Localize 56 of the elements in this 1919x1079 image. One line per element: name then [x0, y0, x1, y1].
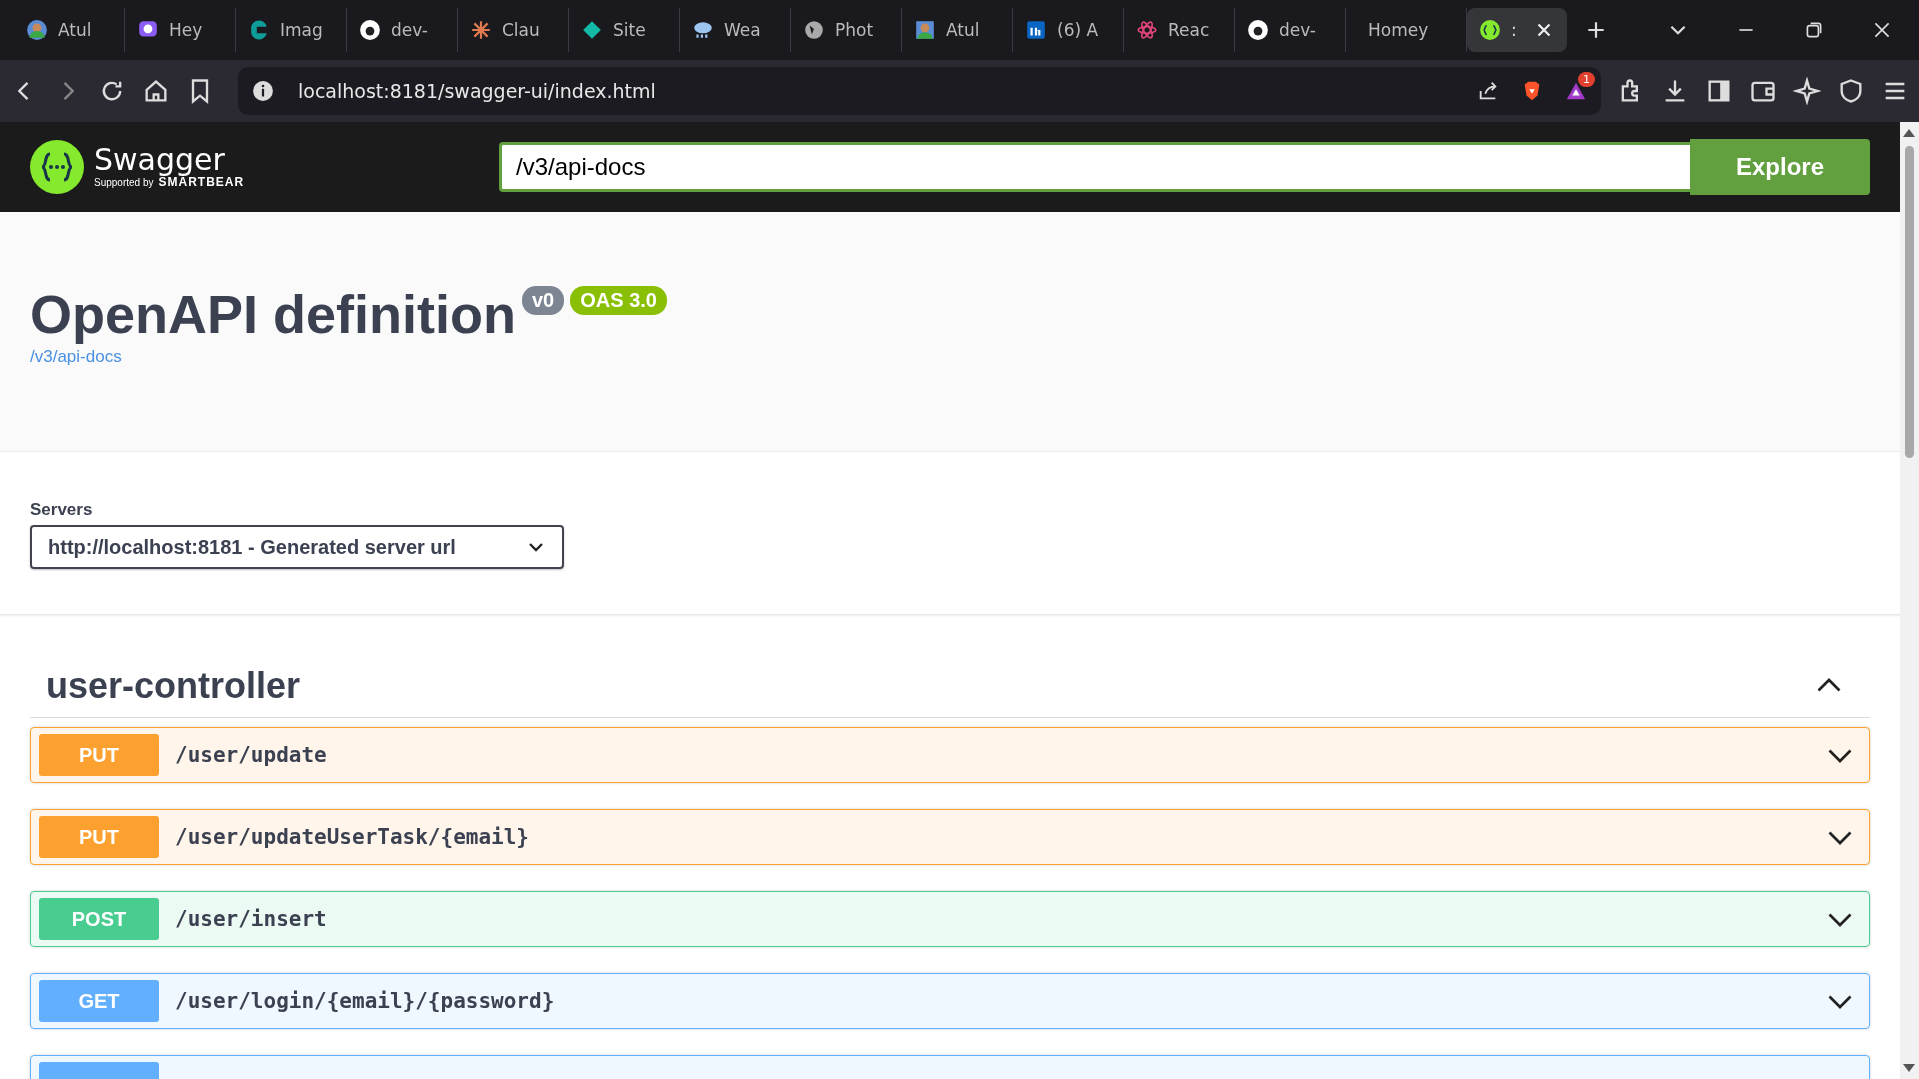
address-bar[interactable]: localhost:8181/swagger-ui/index.html 1: [238, 67, 1601, 115]
browser-tab[interactable]: Atul: [14, 8, 125, 52]
operation-row[interactable]: PUT /user/update: [30, 727, 1870, 783]
endpoint-path: /user/login/{email}/{password}: [175, 989, 555, 1013]
operation-row[interactable]: PUT /user/updateUserTask/{email}: [30, 809, 1870, 865]
tab-favicon-icon: [359, 19, 381, 41]
browser-tab[interactable]: Atul: [902, 8, 1013, 52]
method-badge: POST: [39, 898, 159, 940]
method-badge: GET: [39, 980, 159, 1022]
info-icon[interactable]: [252, 80, 274, 102]
url-text: localhost:8181/swagger-ui/index.html: [298, 80, 656, 102]
notification-badge: 1: [1578, 72, 1595, 87]
swagger-logo-icon: [30, 140, 84, 194]
browser-tab[interactable]: dev-: [1235, 8, 1346, 52]
operation-row[interactable]: GET /user/login/{email}/{password}: [30, 973, 1870, 1029]
new-tab-icon[interactable]: [1585, 19, 1607, 41]
tab-favicon-icon: [803, 19, 825, 41]
browser-tab[interactable]: Hey: [125, 8, 236, 52]
operation-row[interactable]: POST /user/insert: [30, 891, 1870, 947]
endpoint-path: /user/updateUserTask/{email}: [175, 825, 529, 849]
tab-favicon-icon: [1247, 19, 1269, 41]
browser-tab[interactable]: Imag: [236, 8, 347, 52]
endpoint-path: /user/update: [175, 743, 327, 767]
logo-brand: SMARTBEAR: [158, 175, 245, 189]
endpoint-path: /user/insert: [175, 907, 327, 931]
browser-tab[interactable]: (6) A: [1013, 8, 1124, 52]
sparkle-icon[interactable]: [1793, 77, 1821, 105]
tab-favicon-icon: [581, 19, 603, 41]
tab-favicon-icon: [914, 19, 936, 41]
browser-tab[interactable]: Site: [569, 8, 680, 52]
browser-tab[interactable]: Wea: [680, 8, 791, 52]
tab-favicon-icon: [1479, 19, 1501, 41]
browser-tab[interactable]: :: [1467, 8, 1567, 52]
logo-tagline: Supported by: [94, 177, 154, 188]
browser-tab[interactable]: Phot: [791, 8, 902, 52]
tab-favicon-icon: [26, 19, 48, 41]
method-badge: PUT: [39, 734, 159, 776]
browser-tab[interactable]: dev-: [347, 8, 458, 52]
tab-favicon-icon: [1025, 19, 1047, 41]
browser-tab[interactable]: Reac: [1124, 8, 1235, 52]
method-badge: PUT: [39, 816, 159, 858]
tab-favicon-icon: [470, 19, 492, 41]
api-title: OpenAPI definition: [30, 283, 516, 346]
tab-favicon-icon: [248, 19, 270, 41]
share-icon[interactable]: [1477, 80, 1499, 102]
spec-url-field[interactable]: /v3/api-docs: [499, 142, 1690, 192]
server-select[interactable]: http://localhost:8181 - Generated server url: [30, 525, 564, 569]
oas-badge: OAS 3.0: [570, 286, 667, 315]
tag-header[interactable]: user-controller: [30, 655, 1870, 718]
tag-name: user-controller: [46, 665, 301, 707]
servers-label: Servers: [30, 500, 94, 520]
tab-favicon-icon: [1136, 19, 1158, 41]
version-badge: v0: [522, 286, 565, 315]
scrollbar[interactable]: [1900, 122, 1919, 1079]
browser-tab[interactable]: Clau: [458, 8, 569, 52]
tab-favicon-icon: [692, 19, 714, 41]
